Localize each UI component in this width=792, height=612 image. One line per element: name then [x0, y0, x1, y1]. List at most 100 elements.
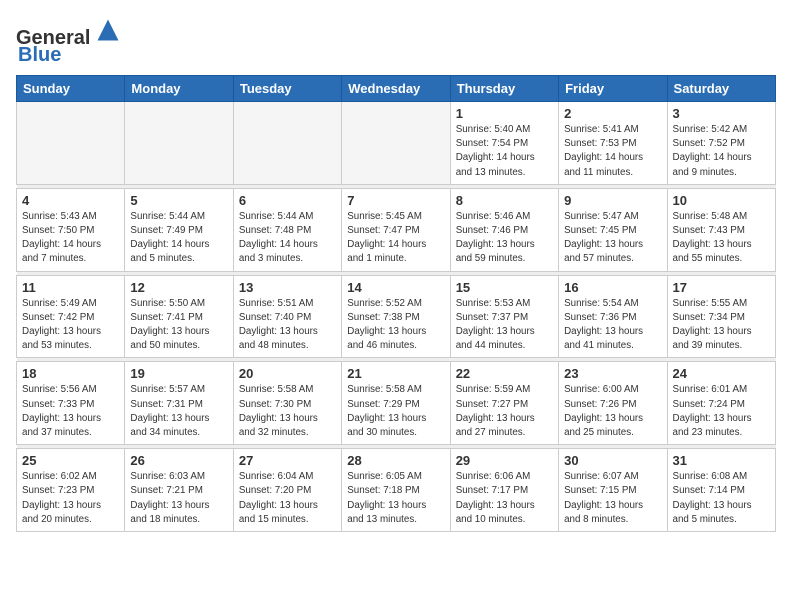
day-info: Sunrise: 6:03 AM Sunset: 7:21 PM Dayligh… — [130, 470, 227, 527]
week-row-1: 1 Sunrise: 5:40 AM Sunset: 7:54 PM Daylig… — [17, 102, 776, 185]
calendar-cell: 2 Sunrise: 5:41 AM Sunset: 7:53 PM Daylig… — [559, 102, 667, 185]
day-info: Sunrise: 5:49 AM Sunset: 7:42 PM Dayligh… — [22, 297, 119, 354]
day-number: 26 — [130, 453, 227, 468]
day-number: 3 — [673, 106, 770, 121]
calendar: SundayMondayTuesdayWednesdayThursdayFrid… — [16, 75, 776, 532]
calendar-cell: 12Sunrise: 5:50 AM Sunset: 7:41 PM Dayli… — [125, 275, 233, 358]
weekday-header-thursday: Thursday — [450, 76, 558, 102]
calendar-cell: 16Sunrise: 5:54 AM Sunset: 7:36 PM Dayli… — [559, 275, 667, 358]
calendar-cell — [342, 102, 450, 185]
calendar-cell — [17, 102, 125, 185]
calendar-cell: 5Sunrise: 5:44 AM Sunset: 7:49 PM Daylig… — [125, 188, 233, 271]
day-info: Sunrise: 5:53 AM Sunset: 7:37 PM Dayligh… — [456, 297, 553, 354]
calendar-cell: 1 Sunrise: 5:40 AM Sunset: 7:54 PM Daylig… — [450, 102, 558, 185]
day-info: Sunrise: 5:50 AM Sunset: 7:41 PM Dayligh… — [130, 297, 227, 354]
day-info: Sunrise: 5:47 AM Sunset: 7:45 PM Dayligh… — [564, 210, 661, 267]
calendar-cell: 18 Sunrise: 5:56 AM Sunset: 7:33 PM Dayli… — [17, 362, 125, 445]
calendar-cell: 15 Sunrise: 5:53 AM Sunset: 7:37 PM Dayli… — [450, 275, 558, 358]
calendar-cell: 9 Sunrise: 5:47 AM Sunset: 7:45 PM Daylig… — [559, 188, 667, 271]
day-info: Sunrise: 5:43 AM Sunset: 7:50 PM Dayligh… — [22, 210, 119, 267]
day-number: 6 — [239, 193, 336, 208]
day-info: Sunrise: 6:00 AM Sunset: 7:26 PM Dayligh… — [564, 383, 661, 440]
logo-blue-text: Blue — [18, 44, 61, 67]
day-number: 21 — [347, 366, 444, 381]
calendar-cell: 27 Sunrise: 6:04 AM Sunset: 7:20 PM Dayli… — [233, 449, 341, 532]
calendar-cell: 25Sunrise: 6:02 AM Sunset: 7:23 PM Dayli… — [17, 449, 125, 532]
calendar-cell: 4 Sunrise: 5:43 AM Sunset: 7:50 PM Daylig… — [17, 188, 125, 271]
day-number: 28 — [347, 453, 444, 468]
day-number: 24 — [673, 366, 770, 381]
weekday-header-tuesday: Tuesday — [233, 76, 341, 102]
day-info: Sunrise: 5:58 AM Sunset: 7:29 PM Dayligh… — [347, 383, 444, 440]
calendar-cell: 8 Sunrise: 5:46 AM Sunset: 7:46 PM Daylig… — [450, 188, 558, 271]
week-row-5: 25Sunrise: 6:02 AM Sunset: 7:23 PM Dayli… — [17, 449, 776, 532]
day-info: Sunrise: 6:02 AM Sunset: 7:23 PM Dayligh… — [22, 470, 119, 527]
calendar-cell — [233, 102, 341, 185]
day-number: 11 — [22, 280, 119, 295]
weekday-header-saturday: Saturday — [667, 76, 775, 102]
calendar-cell: 20 Sunrise: 5:58 AM Sunset: 7:30 PM Dayli… — [233, 362, 341, 445]
calendar-cell: 29Sunrise: 6:06 AM Sunset: 7:17 PM Dayli… — [450, 449, 558, 532]
day-number: 15 — [456, 280, 553, 295]
weekday-header-friday: Friday — [559, 76, 667, 102]
calendar-cell: 14 Sunrise: 5:52 AM Sunset: 7:38 PM Dayli… — [342, 275, 450, 358]
weekday-header-monday: Monday — [125, 76, 233, 102]
day-number: 2 — [564, 106, 661, 121]
calendar-cell: 21 Sunrise: 5:58 AM Sunset: 7:29 PM Dayli… — [342, 362, 450, 445]
day-info: Sunrise: 5:44 AM Sunset: 7:49 PM Dayligh… — [130, 210, 227, 267]
weekday-header-row: SundayMondayTuesdayWednesdayThursdayFrid… — [17, 76, 776, 102]
calendar-cell: 22 Sunrise: 5:59 AM Sunset: 7:27 PM Dayli… — [450, 362, 558, 445]
day-info: Sunrise: 5:59 AM Sunset: 7:27 PM Dayligh… — [456, 383, 553, 440]
day-info: Sunrise: 5:45 AM Sunset: 7:47 PM Dayligh… — [347, 210, 444, 267]
calendar-cell: 3 Sunrise: 5:42 AM Sunset: 7:52 PM Daylig… — [667, 102, 775, 185]
calendar-cell: 13Sunrise: 5:51 AM Sunset: 7:40 PM Dayli… — [233, 275, 341, 358]
weekday-header-wednesday: Wednesday — [342, 76, 450, 102]
calendar-cell: 11 Sunrise: 5:49 AM Sunset: 7:42 PM Dayli… — [17, 275, 125, 358]
day-info: Sunrise: 5:41 AM Sunset: 7:53 PM Dayligh… — [564, 123, 661, 180]
day-info: Sunrise: 5:40 AM Sunset: 7:54 PM Dayligh… — [456, 123, 553, 180]
day-info: Sunrise: 5:51 AM Sunset: 7:40 PM Dayligh… — [239, 297, 336, 354]
week-row-3: 11 Sunrise: 5:49 AM Sunset: 7:42 PM Dayli… — [17, 275, 776, 358]
day-info: Sunrise: 5:58 AM Sunset: 7:30 PM Dayligh… — [239, 383, 336, 440]
day-number: 22 — [456, 366, 553, 381]
calendar-cell: 7 Sunrise: 5:45 AM Sunset: 7:47 PM Daylig… — [342, 188, 450, 271]
day-info: Sunrise: 5:48 AM Sunset: 7:43 PM Dayligh… — [673, 210, 770, 267]
day-number: 7 — [347, 193, 444, 208]
day-number: 18 — [22, 366, 119, 381]
day-number: 20 — [239, 366, 336, 381]
day-number: 1 — [456, 106, 553, 121]
calendar-cell: 24Sunrise: 6:01 AM Sunset: 7:24 PM Dayli… — [667, 362, 775, 445]
day-number: 23 — [564, 366, 661, 381]
day-number: 27 — [239, 453, 336, 468]
day-number: 4 — [22, 193, 119, 208]
day-number: 19 — [130, 366, 227, 381]
day-info: Sunrise: 6:05 AM Sunset: 7:18 PM Dayligh… — [347, 470, 444, 527]
day-info: Sunrise: 5:56 AM Sunset: 7:33 PM Dayligh… — [22, 383, 119, 440]
day-info: Sunrise: 5:55 AM Sunset: 7:34 PM Dayligh… — [673, 297, 770, 354]
calendar-cell: 6 Sunrise: 5:44 AM Sunset: 7:48 PM Daylig… — [233, 188, 341, 271]
day-info: Sunrise: 5:52 AM Sunset: 7:38 PM Dayligh… — [347, 297, 444, 354]
day-number: 14 — [347, 280, 444, 295]
day-number: 30 — [564, 453, 661, 468]
logo-icon — [94, 16, 122, 44]
day-info: Sunrise: 5:42 AM Sunset: 7:52 PM Dayligh… — [673, 123, 770, 180]
day-info: Sunrise: 5:46 AM Sunset: 7:46 PM Dayligh… — [456, 210, 553, 267]
week-row-2: 4 Sunrise: 5:43 AM Sunset: 7:50 PM Daylig… — [17, 188, 776, 271]
day-info: Sunrise: 5:44 AM Sunset: 7:48 PM Dayligh… — [239, 210, 336, 267]
header: General Blue — [16, 16, 776, 67]
day-number: 17 — [673, 280, 770, 295]
day-info: Sunrise: 6:08 AM Sunset: 7:14 PM Dayligh… — [673, 470, 770, 527]
calendar-cell: 31 Sunrise: 6:08 AM Sunset: 7:14 PM Dayli… — [667, 449, 775, 532]
day-number: 31 — [673, 453, 770, 468]
calendar-cell: 23 Sunrise: 6:00 AM Sunset: 7:26 PM Dayli… — [559, 362, 667, 445]
day-number: 8 — [456, 193, 553, 208]
day-info: Sunrise: 6:04 AM Sunset: 7:20 PM Dayligh… — [239, 470, 336, 527]
day-info: Sunrise: 5:57 AM Sunset: 7:31 PM Dayligh… — [130, 383, 227, 440]
day-number: 9 — [564, 193, 661, 208]
calendar-cell: 26 Sunrise: 6:03 AM Sunset: 7:21 PM Dayli… — [125, 449, 233, 532]
day-info: Sunrise: 6:06 AM Sunset: 7:17 PM Dayligh… — [456, 470, 553, 527]
logo: General Blue — [16, 16, 122, 67]
day-number: 16 — [564, 280, 661, 295]
day-number: 10 — [673, 193, 770, 208]
calendar-cell: 19 Sunrise: 5:57 AM Sunset: 7:31 PM Dayli… — [125, 362, 233, 445]
